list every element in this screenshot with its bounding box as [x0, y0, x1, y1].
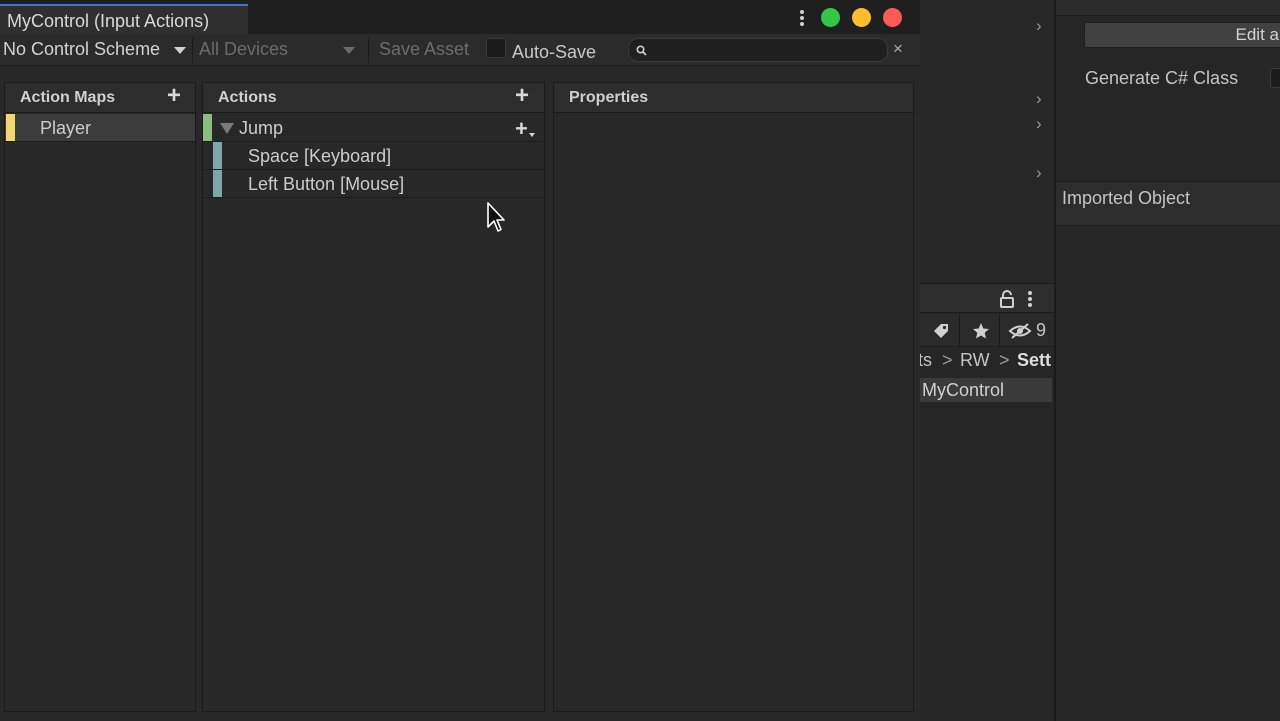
- action-maps-title: Action Maps: [20, 89, 116, 106]
- more-options-icon[interactable]: [1026, 290, 1034, 308]
- star-icon: [973, 323, 989, 339]
- inspector-panel: Edit a Generate C# Class Imported Object: [1056, 0, 1280, 721]
- hidden-count: 9: [1036, 320, 1047, 340]
- imported-object-label: Imported Object: [1062, 188, 1191, 208]
- breadcrumb-separator: >: [999, 350, 1010, 370]
- binding-label: Space [Keyboard]: [248, 146, 392, 166]
- clear-search-icon[interactable]: ×: [893, 39, 903, 59]
- action-color-tag: [203, 114, 212, 141]
- asset-label: MyControl: [922, 380, 1005, 400]
- more-options-icon[interactable]: [797, 8, 807, 28]
- favorites-button[interactable]: [961, 314, 1000, 347]
- window-tab[interactable]: MyControl (Input Actions): [0, 4, 248, 34]
- properties-header: Properties: [554, 83, 913, 113]
- actions-title: Actions: [218, 89, 277, 106]
- add-binding-button[interactable]: +: [515, 117, 528, 141]
- binding-color-tag: [213, 142, 222, 169]
- maximize-button[interactable]: [821, 8, 840, 27]
- inspector-header: [1056, 0, 1280, 16]
- eye-hidden-icon: [1008, 323, 1032, 339]
- add-binding-caret-icon[interactable]: [529, 133, 535, 137]
- action-maps-panel: Action Maps + Player: [4, 82, 196, 712]
- expand-triangle-icon[interactable]: [220, 123, 234, 134]
- window-titlebar[interactable]: MyControl (Input Actions): [0, 0, 920, 34]
- project-panel: 9 ts > RW > Sett MyControl: [918, 283, 1054, 721]
- chevron-right-icon[interactable]: ›: [1036, 90, 1042, 107]
- add-action-button[interactable]: +: [515, 84, 529, 108]
- breadcrumb: ts > RW > Sett: [918, 349, 1054, 375]
- imported-object-header[interactable]: Imported Object: [1056, 181, 1280, 226]
- chevron-right-icon[interactable]: ›: [1036, 164, 1042, 181]
- auto-save-label: Auto-Save: [512, 42, 597, 62]
- breadcrumb-item-current[interactable]: Sett: [1017, 350, 1051, 371]
- add-action-map-button[interactable]: +: [167, 84, 181, 108]
- hidden-packages-toggle[interactable]: [1008, 322, 1032, 345]
- binding-item[interactable]: Left Button [Mouse]: [203, 170, 544, 198]
- properties-panel: Properties: [553, 82, 914, 712]
- generate-class-label: Generate C# Class: [1085, 68, 1239, 88]
- project-tab-bar: [918, 283, 1054, 313]
- action-label: Jump: [239, 118, 284, 138]
- tab-strip: [248, 4, 488, 34]
- save-asset-button[interactable]: Save Asset: [379, 39, 469, 60]
- actions-panel: Actions + Jump + Space [Keyboard] Left B…: [202, 82, 545, 712]
- search-field[interactable]: [628, 38, 888, 62]
- action-item[interactable]: Jump +: [203, 114, 544, 142]
- search-icon: [636, 45, 647, 56]
- asset-item-selected[interactable]: MyControl: [918, 378, 1052, 402]
- close-button[interactable]: [883, 8, 902, 27]
- input-actions-window: MyControl (Input Actions) No Control Sch…: [0, 0, 920, 721]
- minimize-button[interactable]: [852, 8, 871, 27]
- binding-item[interactable]: Space [Keyboard]: [203, 142, 544, 170]
- search-input[interactable]: [653, 41, 883, 59]
- auto-save-checkbox[interactable]: [486, 38, 506, 58]
- action-map-color-tag: [6, 114, 15, 141]
- action-map-item[interactable]: Player: [5, 114, 195, 142]
- window-title: MyControl (Input Actions): [7, 11, 210, 31]
- toolbar-separator: [192, 37, 193, 63]
- action-maps-header: Action Maps +: [5, 83, 195, 113]
- properties-title: Properties: [569, 89, 649, 106]
- dropdown-caret-icon[interactable]: [343, 47, 355, 54]
- breadcrumb-separator: >: [942, 350, 953, 370]
- binding-color-tag: [213, 170, 222, 197]
- input-actions-toolbar: No Control Scheme All Devices Save Asset…: [0, 34, 920, 66]
- edit-asset-button[interactable]: Edit a: [1084, 22, 1280, 48]
- mouse-cursor-icon: [487, 202, 505, 232]
- dropdown-caret-icon[interactable]: [174, 47, 186, 54]
- devices-dropdown[interactable]: All Devices: [199, 39, 288, 60]
- lock-icon[interactable]: [1000, 290, 1014, 308]
- binding-label: Left Button [Mouse]: [248, 174, 405, 194]
- chevron-right-icon[interactable]: ›: [1036, 115, 1042, 132]
- generate-class-checkbox[interactable]: [1270, 68, 1280, 88]
- tag-icon: [934, 324, 948, 338]
- breadcrumb-item[interactable]: RW: [960, 350, 990, 371]
- hierarchy-panel: › › › ›: [918, 0, 1054, 283]
- breadcrumb-item[interactable]: ts: [918, 350, 932, 371]
- toolbar-separator: [368, 37, 369, 63]
- actions-header: Actions +: [203, 83, 544, 113]
- control-scheme-dropdown[interactable]: No Control Scheme: [3, 39, 160, 60]
- project-toolbar: 9: [918, 314, 1054, 347]
- chevron-right-icon[interactable]: ›: [1036, 17, 1042, 34]
- action-map-label: Player: [40, 118, 92, 138]
- label-filter-button[interactable]: [921, 314, 960, 347]
